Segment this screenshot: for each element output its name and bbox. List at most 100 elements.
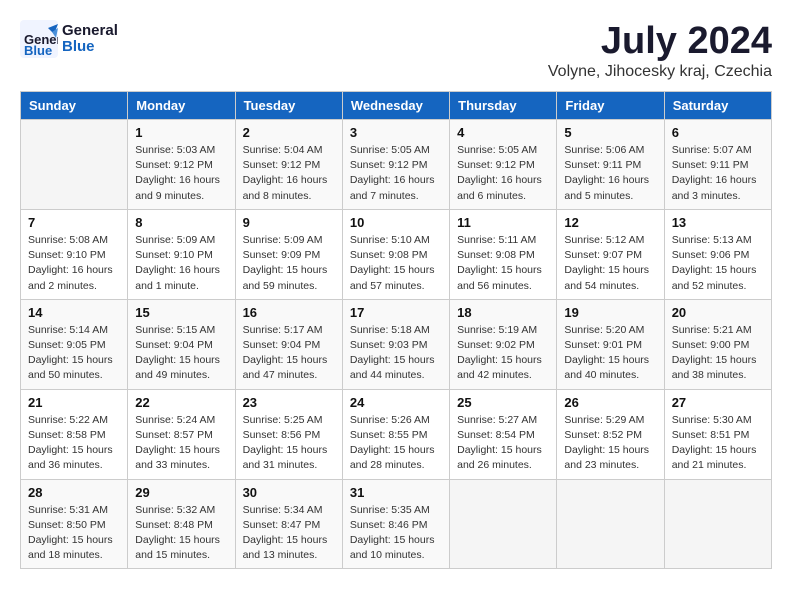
day-number: 25 [457, 395, 549, 410]
day-info: Sunrise: 5:14 AM Sunset: 9:05 PM Dayligh… [28, 323, 120, 384]
week-row-4: 21 Sunrise: 5:22 AM Sunset: 8:58 PM Dayli… [21, 389, 772, 479]
day-cell: 3 Sunrise: 5:05 AM Sunset: 9:12 PM Daylig… [342, 120, 449, 210]
day-cell: 25 Sunrise: 5:27 AM Sunset: 8:54 PM Dayli… [450, 389, 557, 479]
day-number: 16 [243, 305, 335, 320]
day-number: 9 [243, 215, 335, 230]
day-cell: 30Sunrise: 5:34 AM Sunset: 8:47 PM Dayli… [235, 479, 342, 569]
day-number: 29 [135, 485, 227, 500]
calendar-table: SundayMondayTuesdayWednesdayThursdayFrid… [20, 91, 772, 569]
day-cell: 12Sunrise: 5:12 AM Sunset: 9:07 PM Dayli… [557, 209, 664, 299]
day-cell: 6 Sunrise: 5:07 AM Sunset: 9:11 PM Daylig… [664, 120, 771, 210]
day-number: 3 [350, 125, 442, 140]
day-info: Sunrise: 5:09 AM Sunset: 9:10 PM Dayligh… [135, 233, 227, 294]
logo-blue: Blue [62, 38, 95, 55]
day-cell: 23 Sunrise: 5:25 AM Sunset: 8:56 PM Dayli… [235, 389, 342, 479]
day-number: 27 [672, 395, 764, 410]
day-cell: 16 Sunrise: 5:17 AM Sunset: 9:04 PM Dayli… [235, 299, 342, 389]
day-cell: 19Sunrise: 5:20 AM Sunset: 9:01 PM Dayli… [557, 299, 664, 389]
month-title: July 2024 [548, 20, 772, 63]
day-info: Sunrise: 5:05 AM Sunset: 9:12 PM Dayligh… [350, 143, 442, 204]
logo: General Blue General Blue [20, 20, 118, 58]
day-cell: 26Sunrise: 5:29 AM Sunset: 8:52 PM Dayli… [557, 389, 664, 479]
day-number: 7 [28, 215, 120, 230]
day-cell [21, 120, 128, 210]
day-cell: 20 Sunrise: 5:21 AM Sunset: 9:00 PM Dayli… [664, 299, 771, 389]
day-info: Sunrise: 5:15 AM Sunset: 9:04 PM Dayligh… [135, 323, 227, 384]
day-cell: 13 Sunrise: 5:13 AM Sunset: 9:06 PM Dayli… [664, 209, 771, 299]
column-header-friday: Friday [557, 92, 664, 120]
day-cell: 2 Sunrise: 5:04 AM Sunset: 9:12 PM Daylig… [235, 120, 342, 210]
week-row-5: 28 Sunrise: 5:31 AM Sunset: 8:50 PM Dayli… [21, 479, 772, 569]
day-number: 2 [243, 125, 335, 140]
day-info: Sunrise: 5:18 AM Sunset: 9:03 PM Dayligh… [350, 323, 442, 384]
day-cell [664, 479, 771, 569]
column-header-wednesday: Wednesday [342, 92, 449, 120]
day-number: 10 [350, 215, 442, 230]
day-info: Sunrise: 5:32 AM Sunset: 8:48 PM Dayligh… [135, 503, 227, 564]
logo-icon: General Blue [20, 20, 58, 58]
day-number: 1 [135, 125, 227, 140]
day-info: Sunrise: 5:34 AM Sunset: 8:47 PM Dayligh… [243, 503, 335, 564]
day-info: Sunrise: 5:08 AM Sunset: 9:10 PM Dayligh… [28, 233, 120, 294]
day-number: 22 [135, 395, 227, 410]
day-number: 15 [135, 305, 227, 320]
day-number: 12 [564, 215, 656, 230]
day-info: Sunrise: 5:19 AM Sunset: 9:02 PM Dayligh… [457, 323, 549, 384]
day-info: Sunrise: 5:31 AM Sunset: 8:50 PM Dayligh… [28, 503, 120, 564]
day-info: Sunrise: 5:13 AM Sunset: 9:06 PM Dayligh… [672, 233, 764, 294]
day-info: Sunrise: 5:17 AM Sunset: 9:04 PM Dayligh… [243, 323, 335, 384]
column-header-sunday: Sunday [21, 92, 128, 120]
day-info: Sunrise: 5:35 AM Sunset: 8:46 PM Dayligh… [350, 503, 442, 564]
day-cell: 24 Sunrise: 5:26 AM Sunset: 8:55 PM Dayli… [342, 389, 449, 479]
day-number: 6 [672, 125, 764, 140]
day-number: 31 [350, 485, 442, 500]
day-info: Sunrise: 5:21 AM Sunset: 9:00 PM Dayligh… [672, 323, 764, 384]
day-info: Sunrise: 5:09 AM Sunset: 9:09 PM Dayligh… [243, 233, 335, 294]
column-header-monday: Monday [128, 92, 235, 120]
logo-general: General [62, 22, 118, 39]
day-info: Sunrise: 5:04 AM Sunset: 9:12 PM Dayligh… [243, 143, 335, 204]
day-number: 13 [672, 215, 764, 230]
calendar-header-row: SundayMondayTuesdayWednesdayThursdayFrid… [21, 92, 772, 120]
day-cell: 11Sunrise: 5:11 AM Sunset: 9:08 PM Dayli… [450, 209, 557, 299]
day-info: Sunrise: 5:05 AM Sunset: 9:12 PM Dayligh… [457, 143, 549, 204]
day-number: 4 [457, 125, 549, 140]
day-info: Sunrise: 5:25 AM Sunset: 8:56 PM Dayligh… [243, 413, 335, 474]
day-info: Sunrise: 5:06 AM Sunset: 9:11 PM Dayligh… [564, 143, 656, 204]
column-header-tuesday: Tuesday [235, 92, 342, 120]
day-cell: 7 Sunrise: 5:08 AM Sunset: 9:10 PM Daylig… [21, 209, 128, 299]
day-number: 14 [28, 305, 120, 320]
day-number: 21 [28, 395, 120, 410]
day-info: Sunrise: 5:24 AM Sunset: 8:57 PM Dayligh… [135, 413, 227, 474]
day-cell: 1 Sunrise: 5:03 AM Sunset: 9:12 PM Daylig… [128, 120, 235, 210]
day-cell: 27 Sunrise: 5:30 AM Sunset: 8:51 PM Dayli… [664, 389, 771, 479]
day-number: 18 [457, 305, 549, 320]
day-info: Sunrise: 5:11 AM Sunset: 9:08 PM Dayligh… [457, 233, 549, 294]
day-info: Sunrise: 5:26 AM Sunset: 8:55 PM Dayligh… [350, 413, 442, 474]
day-number: 20 [672, 305, 764, 320]
day-info: Sunrise: 5:22 AM Sunset: 8:58 PM Dayligh… [28, 413, 120, 474]
day-cell: 8Sunrise: 5:09 AM Sunset: 9:10 PM Daylig… [128, 209, 235, 299]
day-info: Sunrise: 5:03 AM Sunset: 9:12 PM Dayligh… [135, 143, 227, 204]
day-cell: 29 Sunrise: 5:32 AM Sunset: 8:48 PM Dayli… [128, 479, 235, 569]
day-number: 5 [564, 125, 656, 140]
svg-text:Blue: Blue [24, 43, 52, 58]
day-cell: 4 Sunrise: 5:05 AM Sunset: 9:12 PM Daylig… [450, 120, 557, 210]
column-header-thursday: Thursday [450, 92, 557, 120]
day-info: Sunrise: 5:30 AM Sunset: 8:51 PM Dayligh… [672, 413, 764, 474]
day-cell: 5 Sunrise: 5:06 AM Sunset: 9:11 PM Daylig… [557, 120, 664, 210]
day-cell: 18 Sunrise: 5:19 AM Sunset: 9:02 PM Dayli… [450, 299, 557, 389]
day-number: 23 [243, 395, 335, 410]
day-cell [450, 479, 557, 569]
day-number: 24 [350, 395, 442, 410]
page-header: General Blue General Blue July 2024 Voly… [20, 20, 772, 81]
location: Volyne, Jihocesky kraj, Czechia [548, 63, 772, 81]
day-cell: 14 Sunrise: 5:14 AM Sunset: 9:05 PM Dayli… [21, 299, 128, 389]
day-info: Sunrise: 5:07 AM Sunset: 9:11 PM Dayligh… [672, 143, 764, 204]
column-header-saturday: Saturday [664, 92, 771, 120]
week-row-3: 14 Sunrise: 5:14 AM Sunset: 9:05 PM Dayli… [21, 299, 772, 389]
day-info: Sunrise: 5:10 AM Sunset: 9:08 PM Dayligh… [350, 233, 442, 294]
day-number: 28 [28, 485, 120, 500]
day-info: Sunrise: 5:20 AM Sunset: 9:01 PM Dayligh… [564, 323, 656, 384]
day-info: Sunrise: 5:27 AM Sunset: 8:54 PM Dayligh… [457, 413, 549, 474]
